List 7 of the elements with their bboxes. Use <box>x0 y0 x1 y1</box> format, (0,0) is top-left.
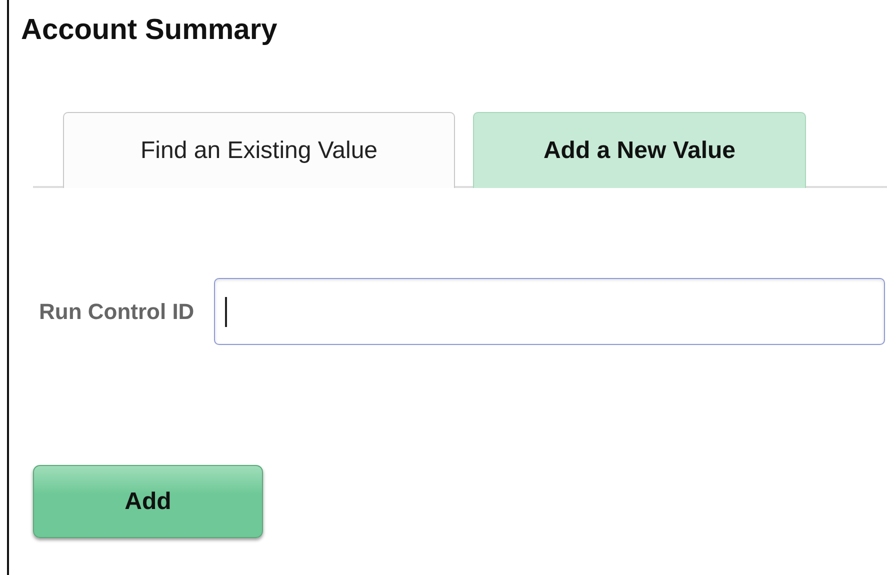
page-title: Account Summary <box>21 14 278 47</box>
add-button[interactable]: Add <box>33 465 263 538</box>
tab[interactable]: Find an Existing Value <box>63 112 455 188</box>
text-cursor <box>225 296 228 326</box>
tab[interactable]: Add a New Value <box>473 112 806 188</box>
input-field[interactable] <box>214 278 885 345</box>
field-label: Run Control ID <box>39 298 194 324</box>
